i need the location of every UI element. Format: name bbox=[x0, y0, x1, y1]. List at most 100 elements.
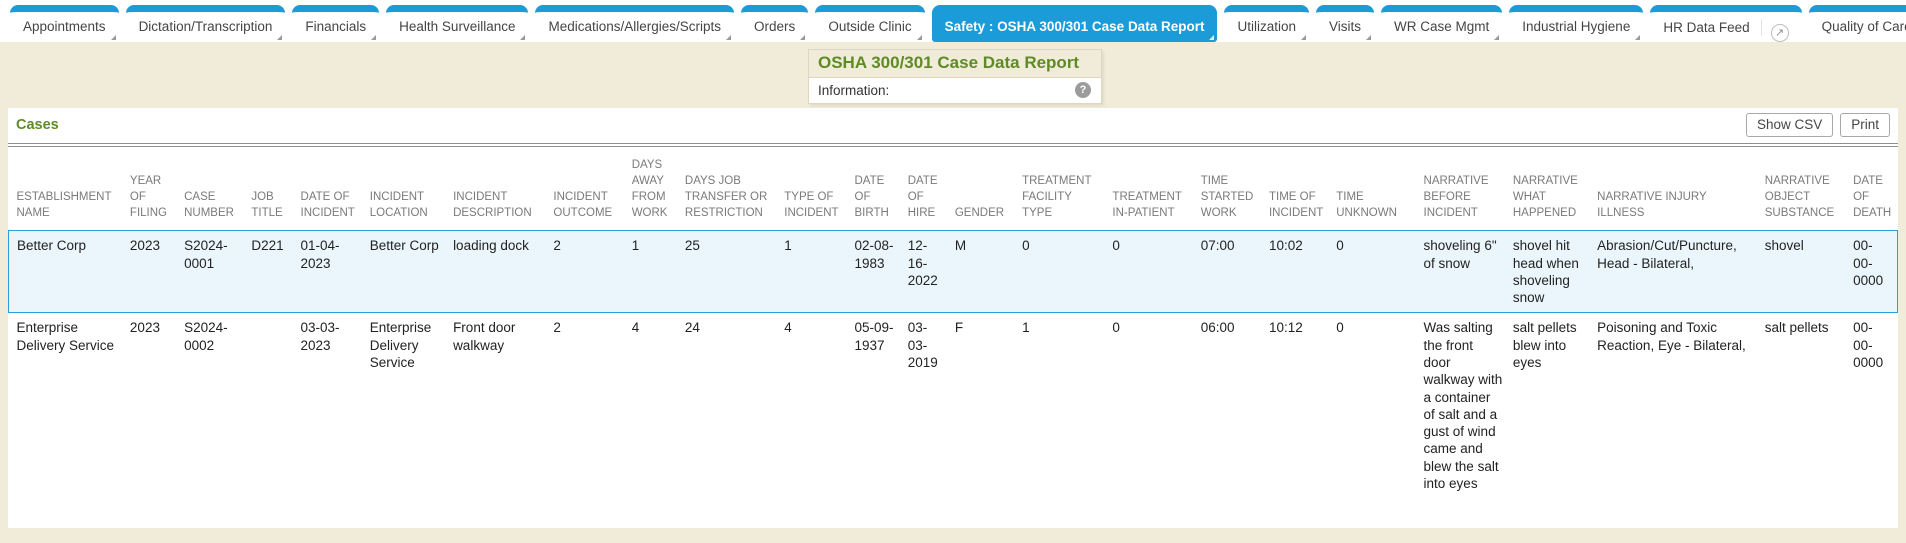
tab-label: Quality of Care bbox=[1822, 19, 1906, 34]
col-header-narrative-what-happened: NARRATIVE WHAT HAPPENED bbox=[1509, 147, 1593, 231]
tab-corner-fold-icon bbox=[1494, 35, 1499, 40]
cell-narrative-injury-illness: Abrasion/Cut/Puncture, Head - Bilateral, bbox=[1593, 231, 1761, 313]
tab-dictation-transcription[interactable]: Dictation/Transcription bbox=[126, 5, 286, 42]
cell-gender: M bbox=[951, 231, 1018, 313]
tab-industrial-hygiene[interactable]: Industrial Hygiene bbox=[1509, 5, 1643, 42]
show-csv-button[interactable]: Show CSV bbox=[1746, 113, 1833, 137]
tab-corner-fold-icon bbox=[371, 35, 376, 40]
tab-label: Financials bbox=[305, 19, 366, 34]
table-row-case-s2024-0002[interactable]: Enterprise Delivery Service 2023 S2024-0… bbox=[9, 313, 1898, 498]
cell-date-of-hire: 12-16-2022 bbox=[904, 231, 951, 313]
tab-medications-allergies-scripts[interactable]: Medications/Allergies/Scripts bbox=[535, 5, 734, 42]
print-button[interactable]: Print bbox=[1840, 113, 1890, 137]
cell-narrative-object-substance: salt pellets bbox=[1761, 313, 1849, 498]
cell-treatment-facility-type: 1 bbox=[1018, 313, 1108, 498]
tab-corner-fold-icon bbox=[800, 35, 805, 40]
cell-year-of-filing: 2023 bbox=[126, 313, 180, 498]
col-header-treatment-in-patient: TREATMENT IN-PATIENT bbox=[1108, 147, 1196, 231]
tab-quality-of-care[interactable]: Quality of Care bbox=[1809, 5, 1906, 42]
tab-utilization[interactable]: Utilization bbox=[1224, 5, 1309, 42]
tab-financials[interactable]: Financials bbox=[292, 5, 379, 42]
tab-orders[interactable]: Orders bbox=[741, 5, 808, 42]
cell-gender: F bbox=[951, 313, 1018, 498]
cell-time-started-work: 06:00 bbox=[1197, 313, 1265, 498]
top-tab-bar: Appointments Dictation/Transcription Fin… bbox=[0, 0, 1906, 42]
col-header-date-of-death: DATE OF DEATH bbox=[1849, 147, 1897, 231]
tab-label: Appointments bbox=[23, 19, 106, 34]
cell-establishment-name: Better Corp bbox=[9, 231, 126, 313]
cell-treatment-facility-type: 0 bbox=[1018, 231, 1108, 313]
cell-time-of-incident: 10:12 bbox=[1265, 313, 1332, 498]
cell-days-away-from-work: 1 bbox=[628, 231, 681, 313]
cell-date-of-incident: 03-03-2023 bbox=[297, 313, 366, 498]
tab-corner-fold-icon bbox=[726, 35, 731, 40]
cell-time-of-incident: 10:02 bbox=[1265, 231, 1332, 313]
cell-narrative-before-incident: shoveling 6" of snow bbox=[1420, 231, 1509, 313]
tab-label: Dictation/Transcription bbox=[139, 19, 273, 34]
col-header-days-away-from-work: DAYS AWAY FROM WORK bbox=[628, 147, 681, 231]
cell-date-of-death: 00-00-0000 bbox=[1849, 313, 1897, 498]
cases-section-title: Cases bbox=[16, 117, 59, 133]
cell-days-away-from-work: 4 bbox=[628, 313, 681, 498]
cell-date-of-birth: 05-09-1937 bbox=[851, 313, 904, 498]
cell-type-of-incident: 4 bbox=[780, 313, 850, 498]
report-title-box: OSHA 300/301 Case Data Report Informatio… bbox=[808, 49, 1102, 104]
table-row-case-s2024-0001[interactable]: Better Corp 2023 S2024-0001 D221 01-04-2… bbox=[9, 231, 1898, 313]
col-header-narrative-injury-illness: NARRATIVE INJURY ILLNESS bbox=[1593, 147, 1761, 231]
tab-label: Outside Clinic bbox=[828, 19, 911, 34]
tab-label: Safety : OSHA 300/301 Case Data Report bbox=[945, 19, 1205, 34]
col-header-incident-description: INCIDENT DESCRIPTION bbox=[449, 147, 549, 231]
tab-corner-fold-icon bbox=[1366, 35, 1371, 40]
col-header-time-unknown: TIME UNKNOWN bbox=[1332, 147, 1419, 231]
cell-date-of-death: 00-00-0000 bbox=[1849, 231, 1897, 313]
tab-appointments[interactable]: Appointments bbox=[10, 5, 119, 42]
cell-narrative-object-substance: shovel bbox=[1761, 231, 1849, 313]
tab-label: Medications/Allergies/Scripts bbox=[548, 19, 721, 34]
cell-narrative-what-happened: salt pellets blew into eyes bbox=[1509, 313, 1593, 498]
tab-icon-divider bbox=[1761, 19, 1762, 36]
tab-health-surveillance[interactable]: Health Surveillance bbox=[386, 5, 528, 42]
cell-incident-outcome: 2 bbox=[549, 313, 627, 498]
external-link-icon[interactable]: ↗ bbox=[1771, 24, 1789, 42]
cell-case-number: S2024-0002 bbox=[180, 313, 247, 498]
cell-year-of-filing: 2023 bbox=[126, 231, 180, 313]
information-label: Information: bbox=[818, 83, 889, 98]
tab-corner-fold-icon bbox=[1209, 35, 1214, 40]
cell-type-of-incident: 1 bbox=[780, 231, 850, 313]
tab-corner-fold-icon bbox=[1301, 35, 1306, 40]
cell-date-of-hire: 03-03-2019 bbox=[904, 313, 951, 498]
tab-corner-fold-icon bbox=[1635, 35, 1640, 40]
col-header-job-title: JOB TITLE bbox=[247, 147, 296, 231]
cell-narrative-injury-illness: Poisoning and Toxic Reaction, Eye - Bila… bbox=[1593, 313, 1761, 498]
cell-date-of-birth: 02-08-1983 bbox=[851, 231, 904, 313]
cell-incident-location: Enterprise Delivery Service bbox=[366, 313, 449, 498]
tab-label: Health Surveillance bbox=[399, 19, 515, 34]
cell-narrative-before-incident: Was salting the front door walkway with … bbox=[1420, 313, 1509, 498]
tab-wr-case-mgmt[interactable]: WR Case Mgmt bbox=[1381, 5, 1502, 42]
cell-establishment-name: Enterprise Delivery Service bbox=[9, 313, 126, 498]
cell-case-number: S2024-0001 bbox=[180, 231, 247, 313]
tab-label: Utilization bbox=[1237, 19, 1296, 34]
col-header-date-of-birth: DATE OF BIRTH bbox=[851, 147, 904, 231]
help-icon[interactable]: ? bbox=[1075, 82, 1091, 98]
col-header-treatment-facility-type: TREATMENT FACILITY TYPE bbox=[1018, 147, 1108, 231]
tab-outside-clinic[interactable]: Outside Clinic bbox=[815, 5, 924, 42]
tab-visits[interactable]: Visits bbox=[1316, 5, 1374, 42]
col-header-type-of-incident: TYPE OF INCIDENT bbox=[780, 147, 850, 231]
cell-time-unknown: 0 bbox=[1332, 231, 1419, 313]
cell-days-job-transfer-or-restriction: 24 bbox=[681, 313, 780, 498]
col-header-time-started-work: TIME STARTED WORK bbox=[1197, 147, 1265, 231]
cell-time-unknown: 0 bbox=[1332, 313, 1419, 498]
tab-corner-fold-icon bbox=[111, 35, 116, 40]
col-header-year-of-filing: YEAR OF FILING bbox=[126, 147, 180, 231]
col-header-date-of-hire: DATE OF HIRE bbox=[904, 147, 951, 231]
col-header-incident-location: INCIDENT LOCATION bbox=[366, 147, 449, 231]
cell-time-started-work: 07:00 bbox=[1197, 231, 1265, 313]
tab-safety-osha-300-301-case-data-report[interactable]: Safety : OSHA 300/301 Case Data Report bbox=[932, 5, 1218, 42]
col-header-days-job-transfer-or-restriction: DAYS JOB TRANSFER OR RESTRICTION bbox=[681, 147, 780, 231]
page-title: OSHA 300/301 Case Data Report bbox=[809, 50, 1101, 77]
cell-incident-description: Front door walkway bbox=[449, 313, 549, 498]
col-header-narrative-object-substance: NARRATIVE OBJECT SUBSTANCE bbox=[1761, 147, 1849, 231]
tab-corner-fold-icon bbox=[277, 35, 282, 40]
cell-treatment-in-patient: 0 bbox=[1108, 231, 1196, 313]
